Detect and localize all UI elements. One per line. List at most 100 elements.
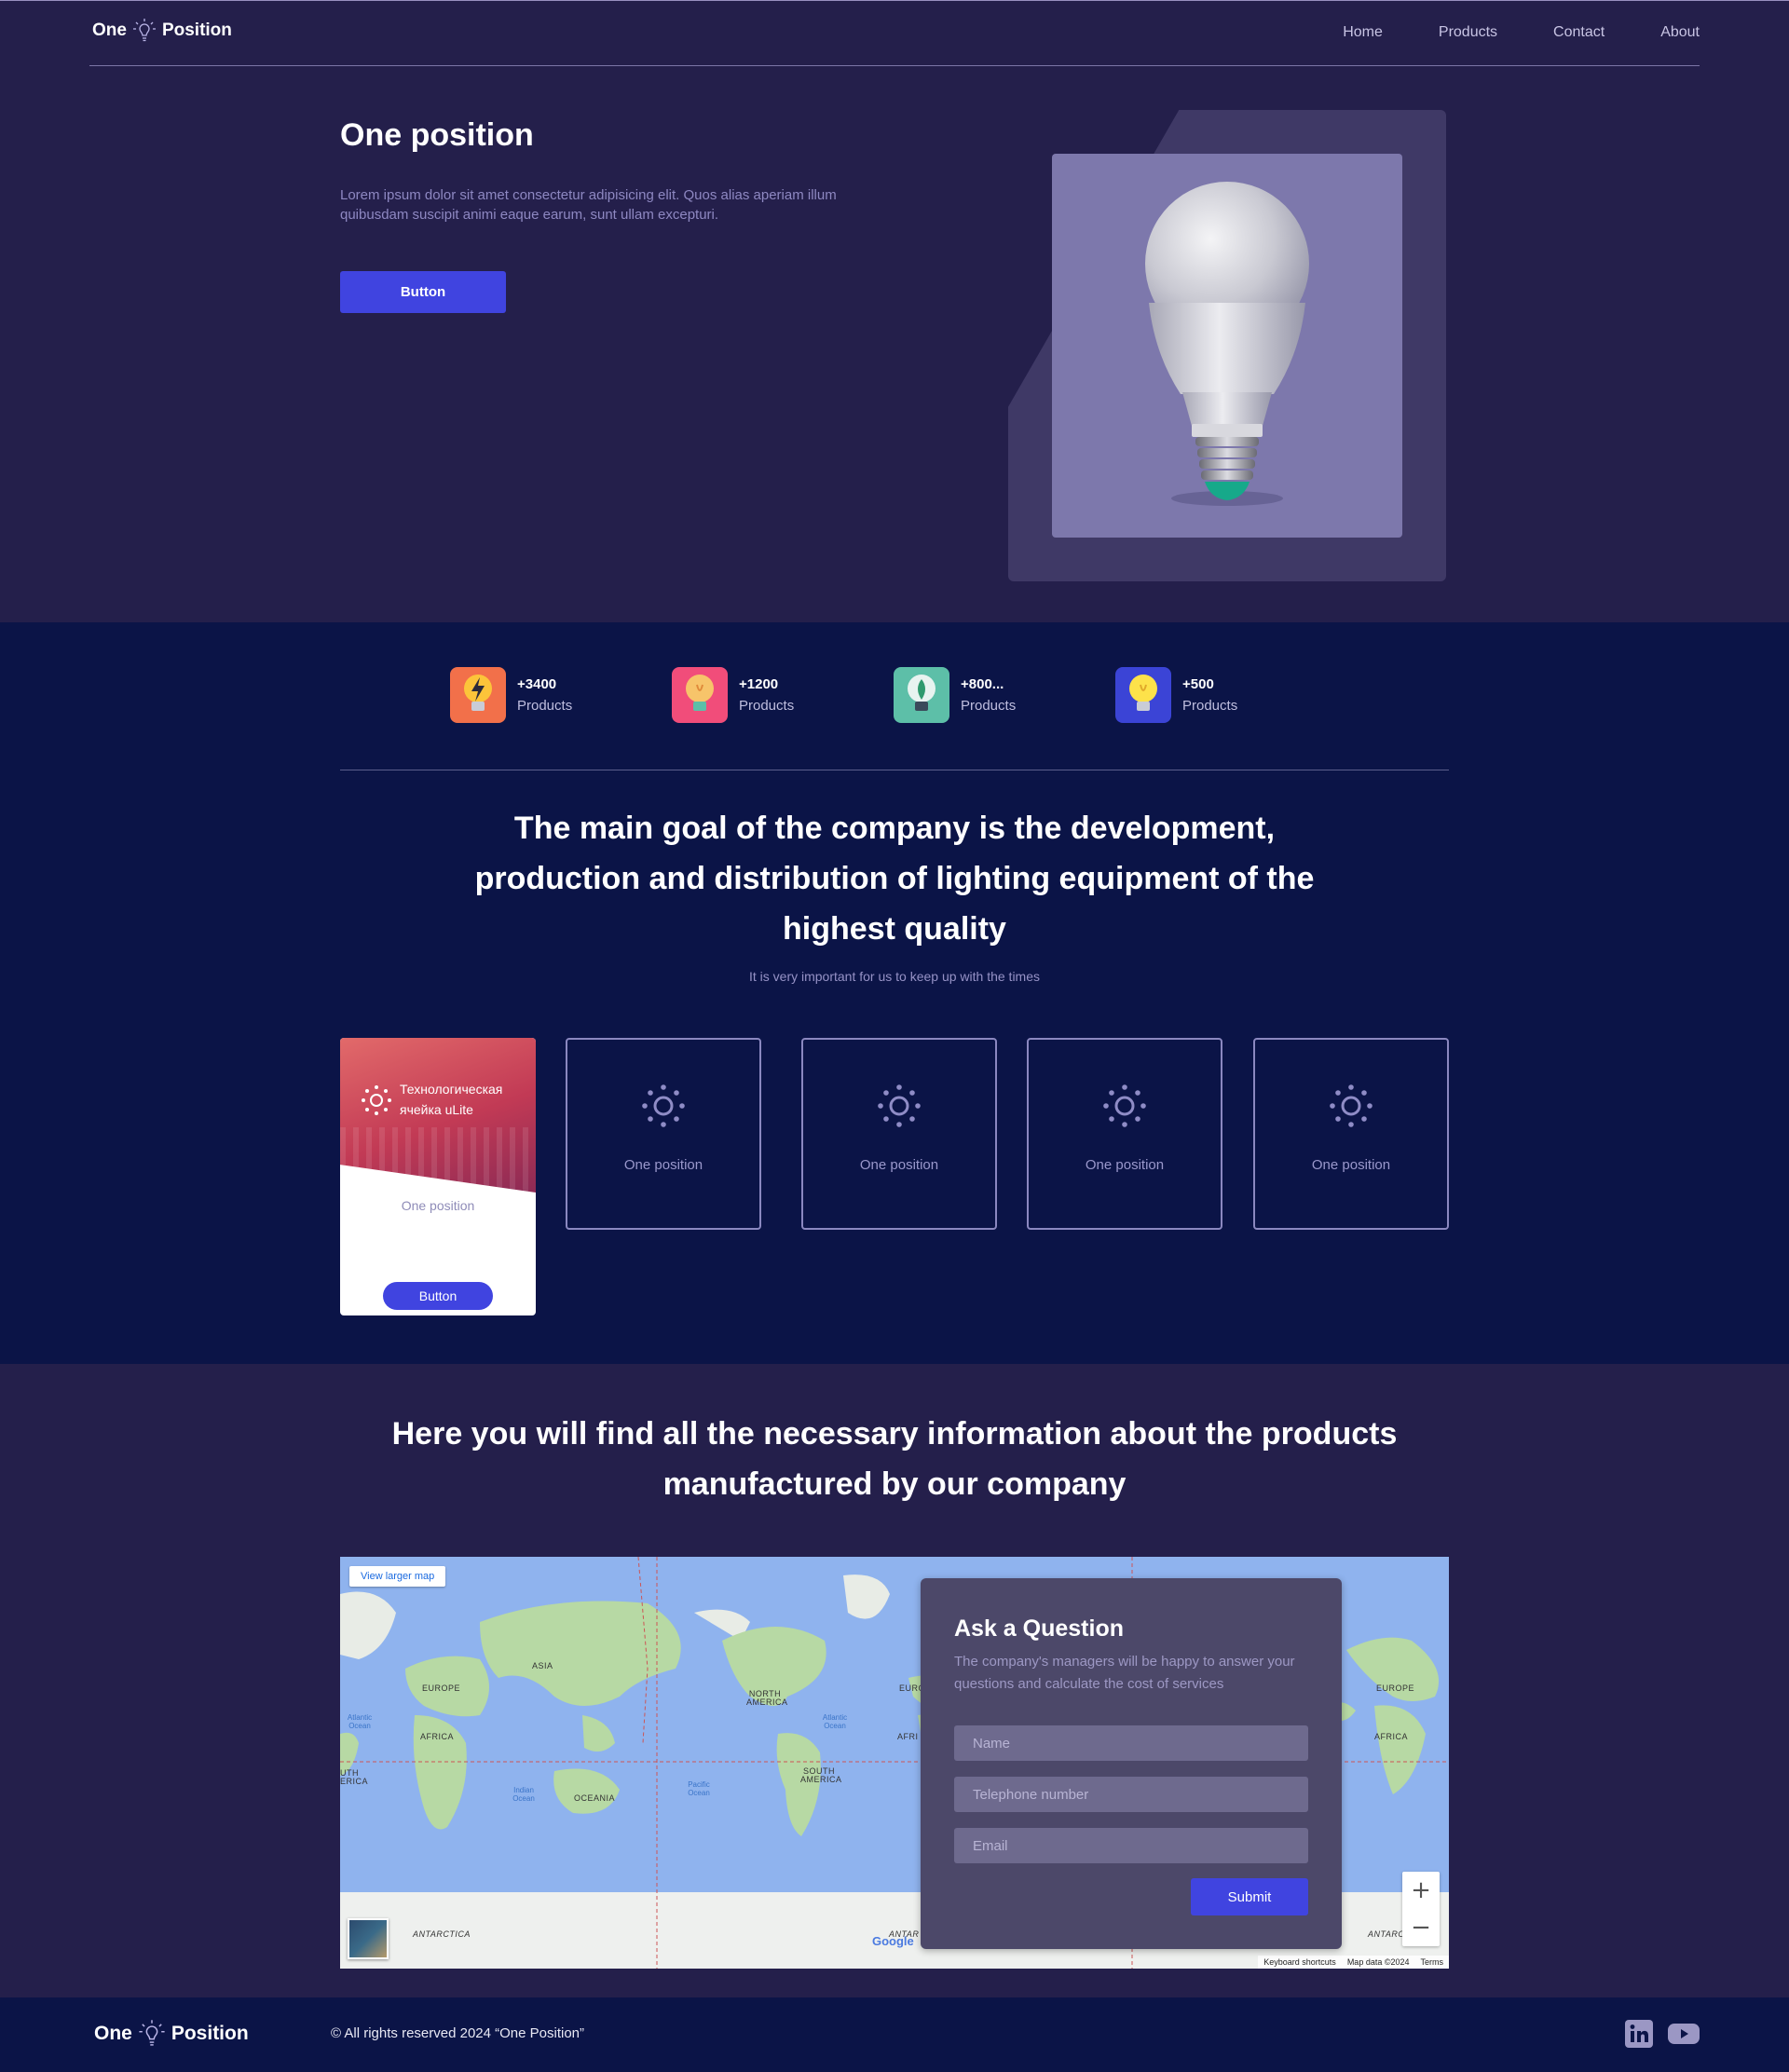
map-label: SOUTH AMERICA [800,1766,842,1784]
stat-label: Products [1182,698,1238,714]
map-data-text: Map data ©2024 [1346,1957,1410,1967]
card-caption: One position [1311,1157,1391,1173]
goal-subtitle: It is very important for us to keep up w… [748,969,1041,984]
nav-products[interactable]: Products [1439,24,1497,41]
map-ocean-label: Pacific Ocean [688,1780,710,1797]
goals-section: +3400 Products +1200 Products +800... Pr… [0,622,1789,1364]
stat-label: Products [961,698,1017,714]
stat-label: Products [739,698,795,714]
logo-text-one: One [92,20,127,40]
question-form: Ask a Question The company's managers wi… [921,1578,1342,1949]
hero-image [1052,154,1402,538]
site-footer: One Position © All rights reserved 2024 … [0,1997,1789,2072]
map-ocean-label: Atlantic Ocean [822,1713,848,1730]
submit-button[interactable]: Submit [1191,1878,1308,1915]
card-caption: One position [859,1157,939,1173]
card-caption: One position [623,1157,703,1173]
logo-text-position: Position [161,20,232,40]
map-label: NORTH AMERICA [746,1689,788,1707]
stat-value: +500 [1182,676,1214,692]
position-card[interactable]: One position [1027,1038,1222,1230]
zoom-controls: + − [1402,1872,1440,1946]
view-larger-map-link[interactable]: View larger map [349,1566,446,1587]
footer-logo[interactable]: One Position [94,2018,249,2050]
leaf-bulb-icon [894,667,949,723]
stat-value: +800... [961,676,1004,692]
map-label: AFRI [897,1732,919,1741]
feature-card[interactable]: Технологическая ячейка uLite One positio… [340,1038,536,1315]
position-card[interactable]: One position [801,1038,997,1230]
stat-item: +800... Products [894,667,1024,723]
nav-about[interactable]: About [1660,24,1700,41]
stat-value: +1200 [739,676,779,692]
map-label: ASIA [532,1661,553,1670]
sun-icon [1103,1084,1146,1127]
linkedin-icon[interactable] [1625,2020,1653,2052]
stat-value: +3400 [517,676,557,692]
header-divider [89,65,1700,66]
terms-link[interactable]: Terms [1421,1957,1444,1967]
map-ocean-label: Atlantic Ocean [347,1713,373,1730]
bulb-icon [672,667,728,723]
sun-icon [1330,1084,1372,1127]
name-field[interactable] [954,1725,1308,1761]
telephone-field[interactable] [954,1777,1308,1812]
map-label: UTH ERICA [340,1768,369,1786]
stat-item: +500 Products [1115,667,1246,723]
logo[interactable]: One Position [92,17,232,45]
card-caption: One position [401,1198,475,1213]
stat-item: +3400 Products [450,667,580,723]
site-header: One Position Home Products Contact About [0,0,1789,67]
keyboard-shortcuts-link[interactable]: Keyboard shortcuts [1263,1957,1336,1967]
map-label: AFRICA [1374,1732,1409,1741]
yellow-bulb-icon [1115,667,1171,723]
map-label: ANTARCTICA [413,1929,471,1939]
info-heading: Here you will find all the necessary inf… [391,1416,1398,1502]
google-logo: Google [872,1934,914,1948]
lightning-bulb-icon [450,667,506,723]
youtube-icon[interactable] [1668,2020,1700,2052]
email-field[interactable] [954,1828,1308,1863]
logo-text-one: One [94,2023,132,2044]
light-bulb-image [1145,182,1309,506]
map-type-toggle[interactable] [348,1918,389,1959]
stats-row: +3400 Products +1200 Products +800... Pr… [450,667,1246,723]
bulb-logo-icon [132,19,156,42]
social-links [1625,2020,1700,2052]
sun-icon [878,1084,921,1127]
bulb-logo-icon [139,2020,165,2046]
card-photo: Технологическая ячейка uLite [340,1038,536,1193]
position-card[interactable]: One position [1253,1038,1449,1230]
map-label: AFRICA [420,1732,455,1741]
zoom-out-button[interactable]: − [1402,1909,1440,1946]
hero-section: One position Lorem ipsum dolor sit amet … [0,67,1789,622]
copyright-text: © All rights reserved 2024 “One Position… [331,2025,585,2041]
sun-icon [362,1085,391,1115]
nav-home[interactable]: Home [1343,24,1383,41]
form-title: Ask a Question [954,1615,1124,1642]
sun-icon [642,1084,685,1127]
logo-text-position: Position [171,2023,249,2044]
nav-contact[interactable]: Contact [1553,24,1605,41]
stat-item: +1200 Products [672,667,802,723]
map-label: OCEANIA [574,1793,616,1803]
map-label: EUROPE [1376,1684,1415,1693]
card-photo-title: Технологическая ячейка uLite [400,1082,503,1117]
map-ocean-label: Indian Ocean [512,1786,535,1803]
stat-label: Products [517,698,573,714]
info-section: Here you will find all the necessary inf… [0,1364,1789,1997]
map-attribution: Keyboard shortcuts Map data ©2024 Terms [1258,1956,1449,1969]
map-label: EUROPE [422,1684,461,1693]
card-caption: One position [1085,1157,1165,1173]
zoom-in-button[interactable]: + [1402,1872,1440,1909]
city-image [340,1127,536,1193]
hero-description: Lorem ipsum dolor sit amet consectetur a… [340,187,837,223]
form-subtitle: The company's managers will be happy to … [954,1654,1295,1692]
map-label: ANTARC [1368,1929,1405,1939]
main-nav: Home Products Contact About [1343,24,1700,41]
card-button[interactable]: Button [383,1282,493,1310]
hero-button[interactable]: Button [340,271,506,313]
goal-heading: The main goal of the company is the deve… [474,811,1315,947]
position-card[interactable]: One position [566,1038,761,1230]
hero-title: One position [340,117,534,153]
